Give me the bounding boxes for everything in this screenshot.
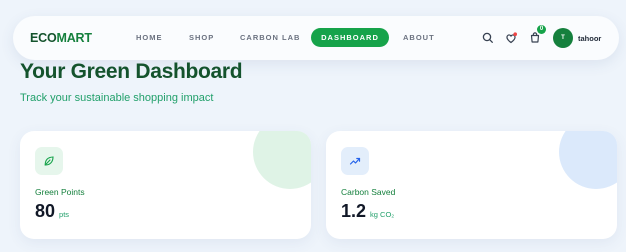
carbon-saved-unit: kg CO₂ — [370, 210, 395, 219]
nav-link-shop[interactable]: SHOP — [189, 33, 214, 42]
search-icon[interactable] — [480, 30, 496, 46]
card-value: 1.2 kg CO₂ — [341, 201, 394, 222]
green-points-card: Green Points 80 pts — [20, 131, 311, 239]
card-label: Carbon Saved — [341, 187, 396, 197]
heart-icon[interactable] — [503, 30, 519, 46]
logo[interactable]: ECOMART — [30, 31, 92, 45]
cart-count-badge: 0 — [537, 25, 546, 34]
logo-mart: MART — [56, 31, 93, 45]
logo-eco: ECO — [30, 31, 57, 45]
carbon-saved-card: Carbon Saved 1.2 kg CO₂ — [326, 131, 617, 239]
page-title: Your Green Dashboard — [20, 60, 243, 83]
page-subtitle: Track your sustainable shopping impact — [20, 92, 214, 104]
nav-link-home[interactable]: HOME — [136, 33, 163, 42]
decorative-blob — [559, 131, 617, 189]
nav-link-about[interactable]: ABOUT — [403, 33, 435, 42]
username[interactable]: tahoor — [578, 34, 601, 43]
navbar: ECOMART HOME SHOP CARBON LAB DASHBOARD A… — [13, 16, 619, 60]
card-value: 80 pts — [35, 201, 69, 222]
card-label: Green Points — [35, 187, 85, 197]
green-points-unit: pts — [59, 210, 70, 219]
avatar[interactable]: T — [553, 28, 573, 48]
carbon-saved-value: 1.2 — [341, 201, 367, 221]
green-points-value: 80 — [35, 201, 56, 221]
leaf-icon — [35, 147, 63, 175]
nav-link-dashboard[interactable]: DASHBOARD — [311, 28, 389, 47]
trending-up-icon — [341, 147, 369, 175]
nav-link-carbon-lab[interactable]: CARBON LAB — [240, 33, 300, 42]
decorative-blob — [253, 131, 311, 189]
